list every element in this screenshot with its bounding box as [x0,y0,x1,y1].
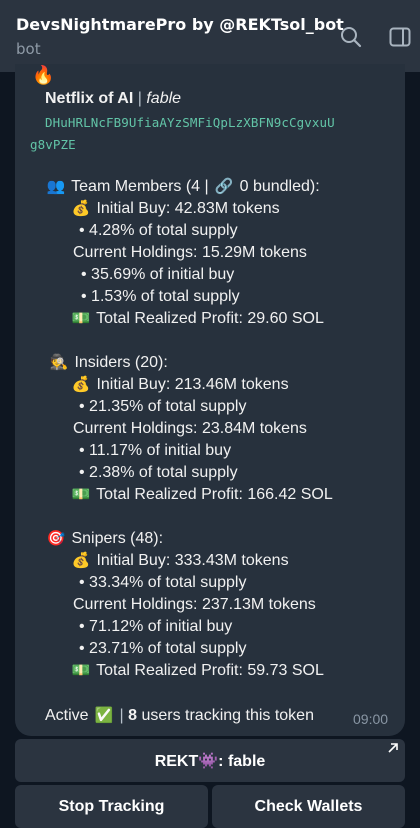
rekt-button-label: REKT👾: fable [154,752,266,770]
token-address-line1[interactable]: DHuHRLNcFB9UfiaAYzSMFiQpLzXBFN9cCgvxuU [45,113,335,133]
insiders-initial-pct: • 21.35% of total supply [79,398,247,415]
external-link-arrow-icon [388,743,398,753]
insiders-initial-buy: 💰 Initial Buy: 213.46M tokens [70,375,289,395]
stop-tracking-button[interactable]: Stop Tracking [15,785,208,828]
snipers-profit-text: Total Realized Profit: 59.73 SOL [96,662,324,679]
token-address-line2[interactable]: g8vPZE [30,135,76,155]
team-profit: 💵 Total Realized Profit: 29.60 SOL [70,309,324,329]
snipers-holdings-pct-initial: • 71.12% of initial buy [79,618,233,635]
chat-title[interactable]: DevsNightmarePro by @REKTsol_bot [16,15,344,34]
snipers-header: 🎯 Snipers (48): [45,529,163,549]
team-label-end: 0 bundled): [239,178,320,195]
snipers-initial-buy: 💰 Initial Buy: 333.43M tokens [70,551,289,571]
status-line: Active ✅ | 8 users tracking this token [45,706,314,726]
users-count: 8 [128,707,137,724]
moneybag-icon: 💰 [71,376,91,393]
check-icon: ✅ [94,707,114,724]
team-initial-buy-text: Initial Buy: 42.83M tokens [96,200,280,217]
chat-subtitle: bot [16,40,41,58]
team-holdings-pct-initial: • 35.69% of initial buy [81,266,235,283]
snipers-label: Snipers (48): [71,530,164,547]
target-icon: 🎯 [46,530,66,547]
insiders-label: Insiders (20): [74,354,168,371]
snipers-holdings: Current Holdings: 237.13M tokens [73,596,316,613]
insiders-holdings-pct-supply: • 2.38% of total supply [79,464,238,481]
status-active: Active [45,707,89,724]
team-initial-pct: • 4.28% of total supply [79,222,238,239]
message-time: 09:00 [353,711,389,727]
insiders-holdings: Current Holdings: 23.84M tokens [73,420,307,437]
moneybag-icon: 💰 [71,200,91,217]
moneybag-icon: 💰 [71,552,91,569]
insiders-profit-text: Total Realized Profit: 166.42 SOL [96,486,333,503]
token-title-row: Netflix of AI | fable [45,89,181,109]
fire-emoji: 🔥 [32,65,55,86]
rekt-link-button[interactable]: REKT👾: fable [15,739,405,782]
snipers-initial-buy-text: Initial Buy: 333.43M tokens [96,552,289,569]
cash-icon: 💵 [71,310,91,327]
team-profit-text: Total Realized Profit: 29.60 SOL [96,310,324,327]
snipers-profit: 💵 Total Realized Profit: 59.73 SOL [70,661,324,681]
insiders-profit: 💵 Total Realized Profit: 166.42 SOL [70,485,333,505]
snipers-initial-pct: • 33.34% of total supply [79,574,247,591]
token-ticker: fable [146,90,182,107]
check-wallets-button[interactable]: Check Wallets [212,785,405,828]
search-icon[interactable] [339,25,363,49]
users-text: users tracking this token [141,707,314,724]
link-icon: 🔗 [214,178,234,195]
team-initial-buy: 💰 Initial Buy: 42.83M tokens [70,199,280,219]
insiders-holdings-pct-initial: • 11.17% of initial buy [79,442,232,459]
team-holdings: Current Holdings: 15.29M tokens [73,244,307,261]
team-header: 👥 Team Members (4 | 🔗 0 bundled): [45,177,320,197]
team-holdings-pct-supply: • 1.53% of total supply [81,288,240,305]
chat-header: DevsNightmarePro by @REKTsol_bot bot [0,0,420,72]
side-panel-icon[interactable] [388,25,412,49]
team-icon: 👥 [46,178,66,195]
separator: | [137,90,142,107]
insiders-initial-buy-text: Initial Buy: 213.46M tokens [96,376,289,393]
snipers-holdings-pct-supply: • 23.71% of total supply [79,640,247,657]
stop-tracking-label: Stop Tracking [58,797,165,815]
token-name: Netflix of AI [45,90,134,107]
check-wallets-label: Check Wallets [254,797,363,815]
team-label: Team Members (4 | [71,178,209,195]
insiders-header: 🕵 Insiders (20): [48,353,168,373]
cash-icon: 💵 [71,662,91,679]
detective-icon: 🕵 [49,354,69,371]
cash-icon: 💵 [71,486,91,503]
status-separator: | [119,707,124,724]
